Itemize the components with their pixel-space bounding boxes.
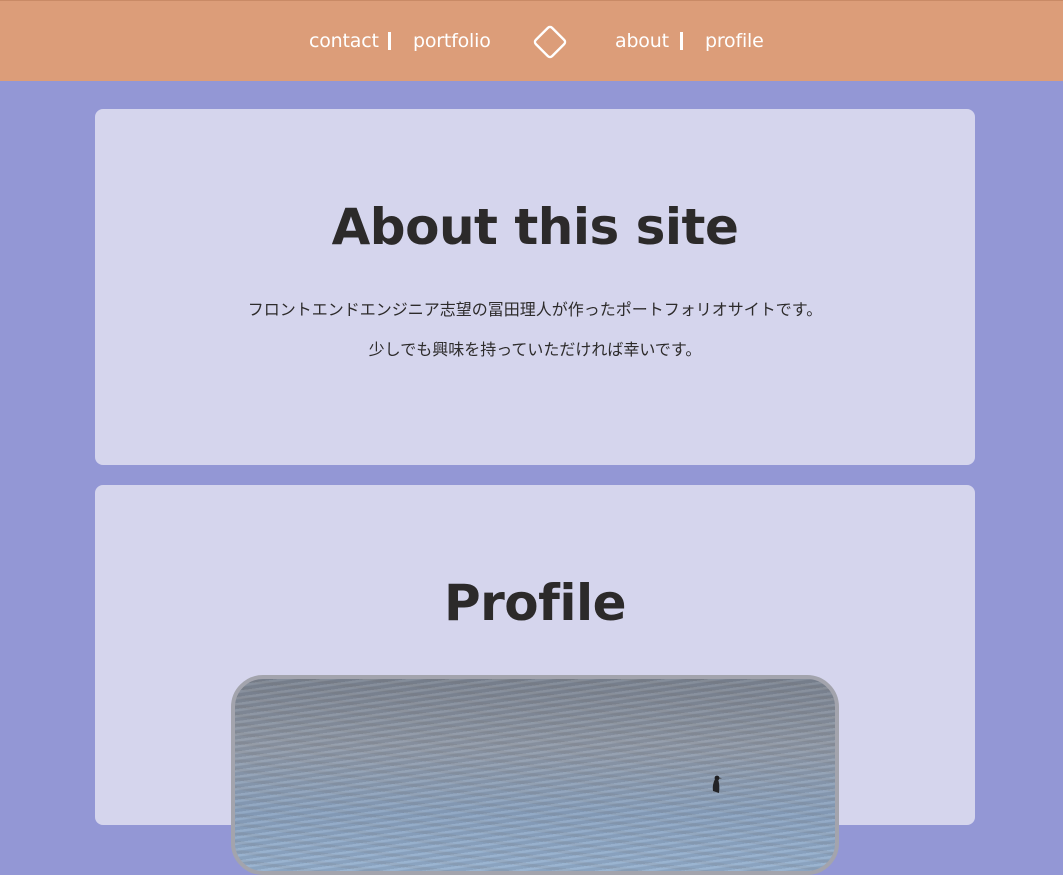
- about-section: About this site フロントエンドエンジニア志望の冨田理人が作ったポ…: [95, 109, 975, 465]
- profile-title: Profile: [443, 574, 627, 632]
- about-paragraph-2: 少しでも興味を持っていただければ幸いです。: [368, 340, 702, 359]
- nav-profile-link[interactable]: profile: [705, 29, 764, 53]
- nav-about-link[interactable]: about: [615, 29, 669, 53]
- nav-portfolio-link[interactable]: portfolio: [413, 29, 491, 53]
- nav-separator: [680, 32, 683, 50]
- nav-contact-link[interactable]: contact: [309, 29, 379, 53]
- about-title: About this site: [331, 198, 739, 256]
- profile-section: Profile: [95, 485, 975, 875]
- water-texture: [235, 679, 835, 871]
- nav-separator: [388, 32, 391, 50]
- site-header: contact portfolio about profile: [0, 0, 1063, 81]
- about-paragraph-1: フロントエンドエンジニア志望の冨田理人が作ったポートフォリオサイトです。: [247, 300, 823, 319]
- bird-icon: [712, 775, 722, 793]
- profile-photo: [231, 675, 839, 875]
- diamond-logo-icon[interactable]: [530, 22, 570, 62]
